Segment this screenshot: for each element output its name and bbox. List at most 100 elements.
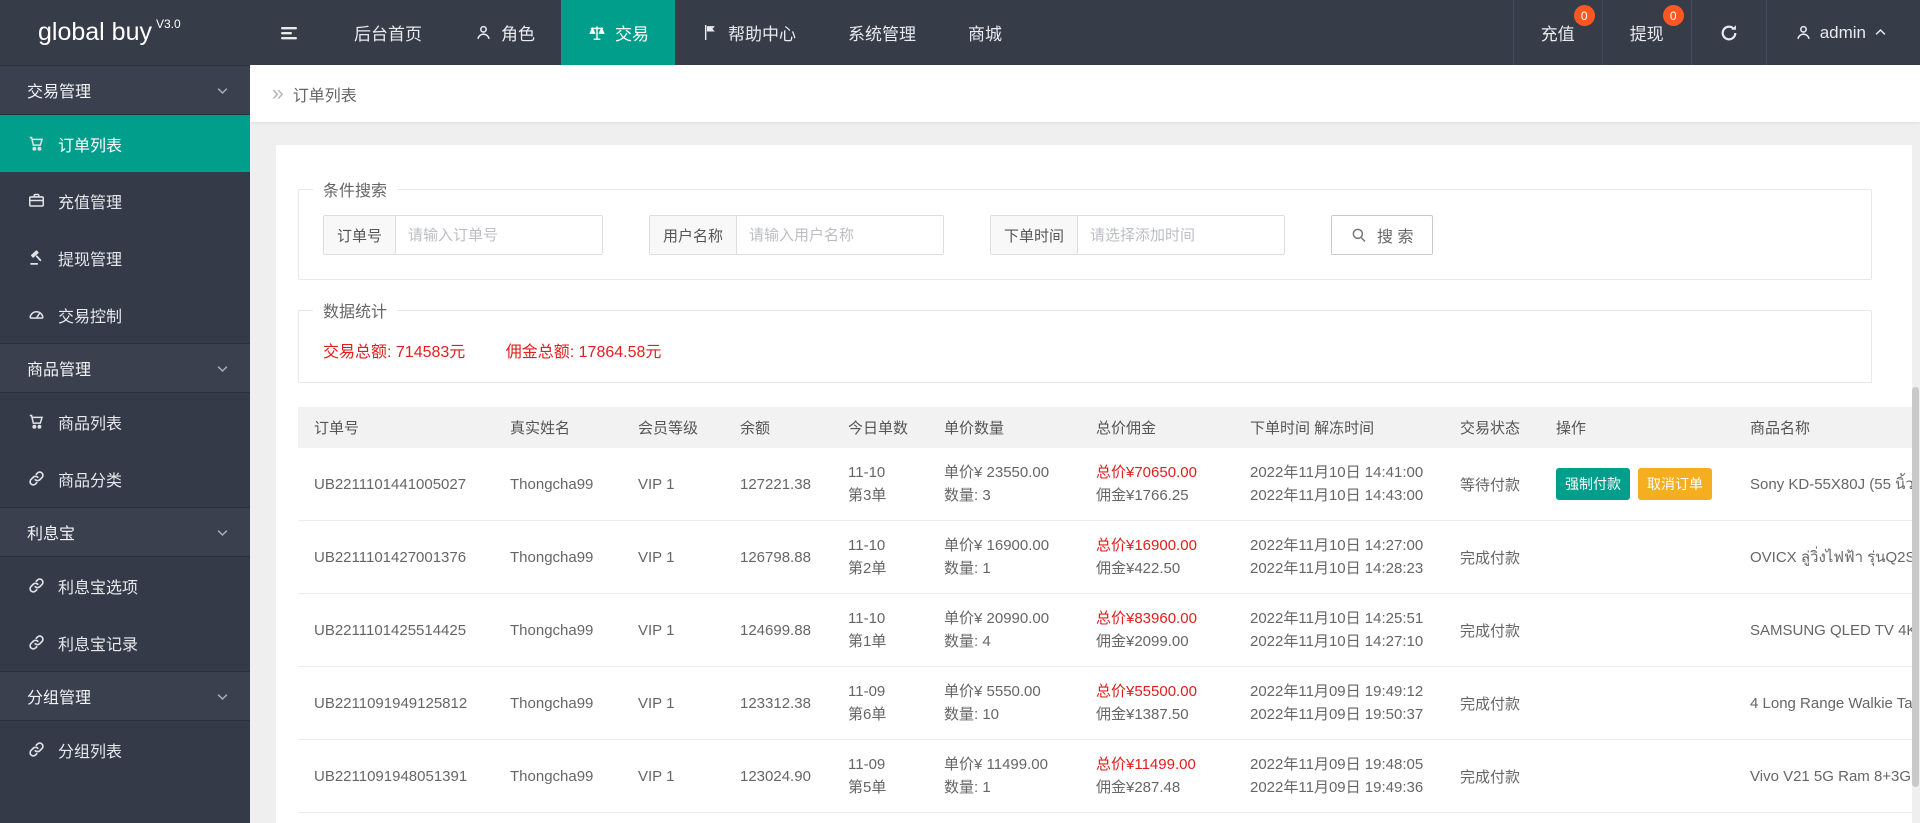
sidebar-item-group-list[interactable]: 分组列表 [0,721,250,778]
sidebar-section-title: 商品管理 [27,362,92,379]
recharge-button[interactable]: 充值 0 [1512,0,1602,65]
search-input-order-no[interactable] [396,216,603,254]
chevron-down-icon [215,525,230,540]
chevron-up-icon [1873,25,1888,40]
sidebar-section-group-mgmt[interactable]: 分组管理 [0,671,250,721]
cell-actions [1540,520,1734,594]
col-header-10: 商品名称 [1734,407,1912,448]
total-trade-amount: 交易总额: 714583元 [323,344,466,361]
sidebar-item-label: 分组列表 [58,743,123,761]
nav-item-label: 帮助中心 [728,25,796,44]
sidebar-item-goods-list[interactable]: 商品列表 [0,393,250,450]
table-row: 11-09单价¥ 2550.00总价¥12750.002022年11月09日 1… [298,812,1912,823]
sidebar-item-lixibao-records[interactable]: 利息宝记录 [0,614,250,671]
cell-order-no: UB2211101427001376 [298,520,494,594]
sidebar-item-label: 商品列表 [58,415,123,433]
col-header-2: 会员等级 [622,407,724,448]
search-input-user-name[interactable] [737,216,944,254]
cell-day-count-line1: 11-10 [848,464,886,481]
cell-product-name [1734,812,1912,823]
cell-actions [1540,666,1734,740]
cell-balance [724,812,832,823]
cell-price-qty-line1: 单价¥ 20990.00 [944,610,1050,627]
search-form: 订单号 用户名称 下单时间 搜 索 [299,201,1871,279]
cart-icon [27,412,46,431]
scrollbar-thumb[interactable] [1912,387,1919,787]
cell-status: 等待付款 [1444,448,1540,521]
cell-balance: 123312.38 [724,666,832,740]
sidebar-item-goods-category[interactable]: 商品分类 [0,450,250,507]
cell-real-name: Thongcha99 [494,593,622,667]
cell-real-name: Thongcha99 [494,666,622,740]
nav-item-home[interactable]: 后台首页 [328,0,448,65]
menu-toggle-button[interactable] [250,0,328,65]
sidebar-section-title: 利息宝 [27,526,76,543]
sidebar-section-trade-mgmt[interactable]: 交易管理 [0,65,250,115]
withdraw-badge: 0 [1662,5,1684,26]
sidebar-section-title: 交易管理 [27,84,92,101]
withdraw-label: 提现 [1629,25,1664,44]
cell-day-count-line1: 11-10 [848,537,886,554]
cell-total-commission-line1: 总价¥16900.00 [1096,537,1197,554]
table-row: UB2211101441005027 Thongcha99 VIP 1 127221.… [298,448,1912,521]
cancel-order-button[interactable]: 取消订单 [1638,468,1712,500]
cell-day-count-line2: 第2单 [848,560,887,577]
cell-real-name: Thongcha99 [494,520,622,594]
col-header-5: 单价数量 [928,407,1080,448]
table-row: UB2211091949125812 Thongcha99 VIP 1 123312.… [298,666,1912,740]
total-commission-amount: 佣金总额: 17864.58元 [505,344,662,361]
cell-order-no: UB2211101425514425 [298,593,494,667]
sidebar: 交易管理订单列表 充值管理 提现管理 交易控制商品管理商品列表商品分类利息宝利息宝选项… [0,65,250,823]
vertical-scrollbar [1912,122,1920,823]
sidebar-item-order-list[interactable]: 订单列表 [0,115,250,172]
sidebar-item-withdraw-mgmt[interactable]: 提现管理 [0,229,250,286]
nav-item-role[interactable]: 角色 [448,0,561,65]
sidebar-item-lixibao-options[interactable]: 利息宝选项 [0,557,250,614]
cell-total-commission-line2: 佣金¥1766.25 [1096,487,1189,504]
nav-item-help-center[interactable]: 帮助中心 [675,0,822,65]
col-header-7: 下单时间 解冻时间 [1234,407,1444,448]
cell-product-name: Vivo V21 5G Ram 8+3G [1734,739,1912,813]
search-button[interactable]: 搜 索 [1331,215,1433,255]
sidebar-section-goods-mgmt[interactable]: 商品管理 [0,343,250,393]
cell-price-qty-line2: 数量: 4 [944,633,991,650]
cell-times-line1: 2022年11月10日 14:25:51 [1250,610,1424,627]
nav-item-label: 角色 [501,25,535,44]
cell-actions [1540,812,1734,823]
cell-actions [1540,739,1734,813]
breadcrumb: » 订单列表 [250,65,1920,122]
cell-price-qty: 单价¥ 20990.00 数量: 4 [928,593,1080,667]
cell-status: 完成付款 [1444,520,1540,594]
cell-times: 2022年11月10日 14:25:51 2022年11月10日 14:27:10 [1234,593,1444,667]
cell-real-name [494,812,622,823]
cell-day-count: 11-10 第2单 [832,520,928,594]
sidebar-item-trade-control[interactable]: 交易控制 [0,286,250,343]
col-header-8: 交易状态 [1444,407,1540,448]
cell-times-line1: 2022年11月09日 19:49:12 [1250,683,1424,700]
cell-times-line1: 2022年11月10日 14:27:00 [1250,537,1424,554]
cell-times: 2022年11月09日 19:49:12 2022年11月09日 19:50:37 [1234,666,1444,740]
cell-price-qty-line1: 单价¥ 11499.00 [944,756,1048,773]
nav-item-trade[interactable]: 交易 [561,0,675,65]
orders-table-wrap: 订单号 真实姓名 会员等级 余额 今日单数 单价数量 总价佣金 下单时间 解冻时间 交易状态 操作… [298,407,1912,823]
chevron-down-icon [215,83,230,98]
nav-item-system[interactable]: 系统管理 [822,0,942,65]
app-logo: global buy V3.0 [0,0,250,65]
refresh-button[interactable] [1690,0,1766,65]
force-pay-button[interactable]: 强制付款 [1556,468,1630,500]
cell-times-line1: 2022年11月10日 14:41:00 [1250,464,1424,481]
nav-item-mall[interactable]: 商城 [942,0,1028,65]
cell-total-commission-line2: 佣金¥1387.50 [1096,706,1189,723]
cell-status: 完成付款 [1444,666,1540,740]
withdraw-button[interactable]: 提现 0 [1601,0,1691,65]
gavel-icon [27,248,46,267]
cell-total-commission-line1: 总价¥55500.00 [1096,683,1197,700]
user-menu[interactable]: admin [1765,0,1920,65]
cell-times: 2022年11月10日 14:41:00 2022年11月10日 14:43:00 [1234,448,1444,521]
nav-item-label: 商城 [968,25,1002,44]
cell-order-no: UB2211091948051391 [298,739,494,813]
sidebar-section-lixibao[interactable]: 利息宝 [0,507,250,557]
cell-product-name: Sony KD-55X80J (55 นิ้ว) [1734,448,1912,521]
search-input-order-time[interactable] [1078,216,1285,254]
sidebar-item-recharge-mgmt[interactable]: 充值管理 [0,172,250,229]
